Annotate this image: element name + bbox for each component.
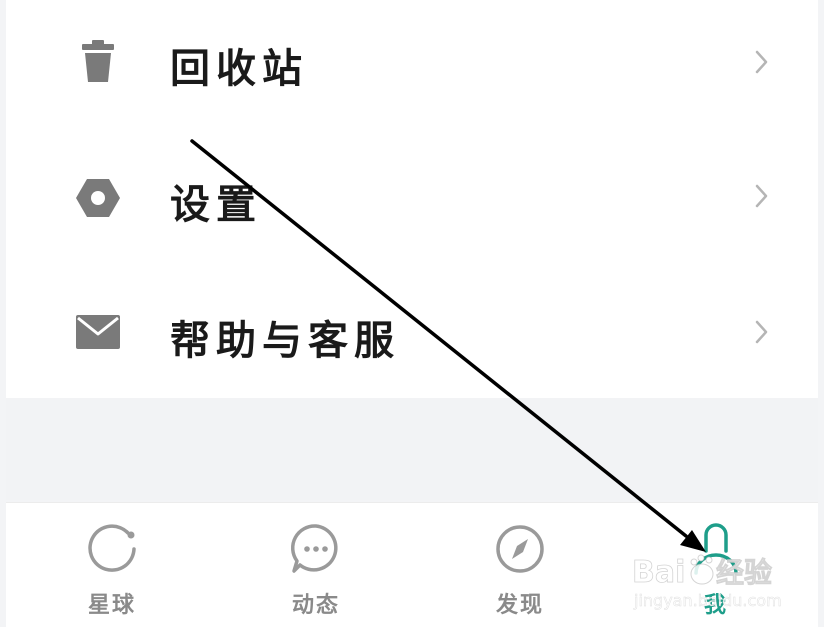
- tab-feed[interactable]: 动态: [256, 503, 376, 627]
- planet-icon: [84, 521, 140, 577]
- tab-label: 动态: [291, 592, 340, 618]
- menu-list: 回收站 设置 帮助与客服: [6, 0, 818, 398]
- bottom-tab-bar: 星球 动态 发现 我: [6, 502, 818, 627]
- chevron-right-icon: [752, 182, 772, 210]
- menu-item-settings[interactable]: 设置: [6, 132, 818, 264]
- menu-item-recycle-bin[interactable]: 回收站: [6, 0, 818, 132]
- menu-item-help[interactable]: 帮助与客服: [6, 264, 818, 396]
- mail-icon: [74, 308, 122, 356]
- menu-item-label: 帮助与客服: [170, 317, 400, 364]
- compass-icon: [492, 521, 548, 577]
- person-icon: [688, 521, 744, 577]
- empty-area: [6, 398, 818, 500]
- tab-label: 星球: [87, 592, 136, 618]
- tab-label: 发现: [495, 592, 544, 618]
- tab-me[interactable]: 我: [656, 503, 776, 627]
- gear-icon: [74, 174, 122, 222]
- tab-discover[interactable]: 发现: [460, 503, 580, 627]
- me-page: 回收站 设置 帮助与客服 星球 动态 发现 我 Bai 经验 jingyan.b…: [0, 0, 824, 627]
- chevron-right-icon: [752, 318, 772, 346]
- tab-planet[interactable]: 星球: [52, 503, 172, 627]
- tab-label: 我: [703, 592, 728, 618]
- trash-icon: [74, 38, 122, 86]
- chat-icon: [288, 521, 344, 577]
- menu-item-label: 回收站: [170, 45, 308, 92]
- menu-item-label: 设置: [170, 181, 262, 228]
- chevron-right-icon: [752, 48, 772, 76]
